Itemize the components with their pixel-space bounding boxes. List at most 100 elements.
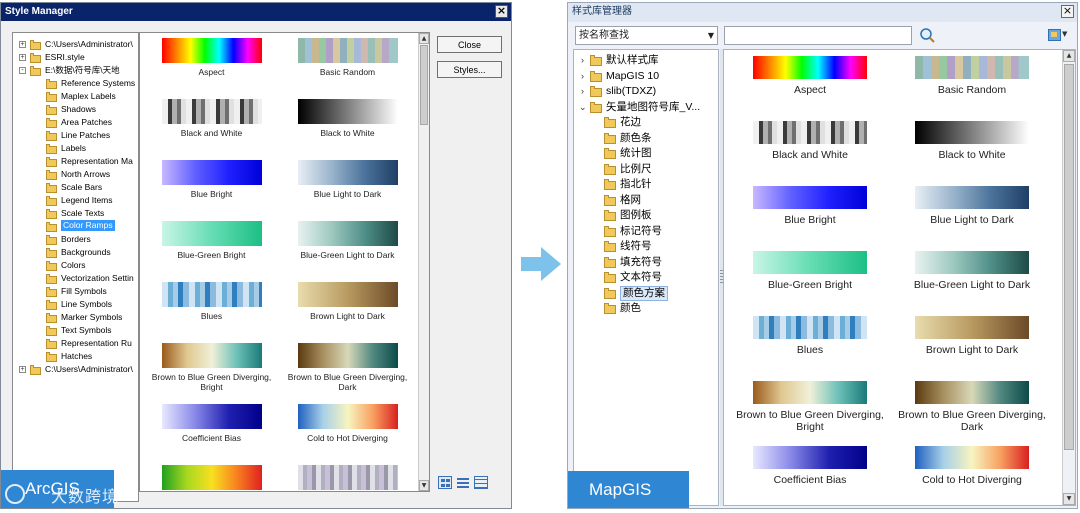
scroll-thumb[interactable] [420, 45, 428, 125]
tree-item[interactable]: 颜色条 [574, 131, 718, 147]
styles-button[interactable]: Styles... [437, 61, 502, 78]
tree-item[interactable]: Hatches [13, 350, 138, 363]
tree-item[interactable]: Legend Items [13, 194, 138, 207]
tree-item[interactable]: Marker Symbols [13, 311, 138, 324]
color-ramp-item[interactable]: Cold to Hot Diverging [892, 446, 1052, 505]
tree-item[interactable]: › MapGIS 10 [574, 69, 718, 85]
color-ramp-item[interactable]: Basic Random [892, 56, 1052, 121]
tree-item[interactable]: 花边 [574, 115, 718, 131]
arcgis-grid-scrollbar[interactable]: ▲ ▼ [418, 33, 429, 491]
color-ramp-item[interactable]: Aspect [144, 38, 279, 99]
mapgis-grid-scrollbar[interactable]: ▲ ▼ [1062, 50, 1075, 505]
tree-item-selected[interactable]: Color Ramps [13, 220, 138, 233]
search-mode-select[interactable]: 按名称查找 ▼ [575, 26, 718, 45]
tree-item[interactable]: Backgrounds [13, 246, 138, 259]
scroll-up-icon[interactable]: ▲ [1063, 50, 1075, 62]
color-ramp-item[interactable]: Blue Bright [144, 160, 279, 221]
tree-item[interactable]: Representation Ma [13, 155, 138, 168]
tree-item[interactable]: + C:\Users\Administrator\ [13, 363, 138, 376]
arcgis-close-icon[interactable]: × [495, 5, 508, 18]
tree-item[interactable]: 线符号 [574, 239, 718, 255]
tree-item[interactable]: + C:\Users\Administrator\ [13, 38, 138, 51]
tree-item[interactable]: › 默认样式库 [574, 53, 718, 69]
color-ramp-item[interactable]: Black to White [280, 99, 415, 160]
arcgis-style-tree[interactable]: + C:\Users\Administrator\ + ESRI.style - E:\数… [12, 32, 139, 502]
color-ramp-item[interactable]: Blue Bright [730, 186, 890, 251]
color-ramp-item[interactable] [280, 465, 415, 491]
color-ramp-item[interactable]: Blue-Green Light to Dark [280, 221, 415, 282]
tree-item[interactable]: Shadows [13, 103, 138, 116]
color-ramp-item[interactable]: Blue Light to Dark [280, 160, 415, 221]
color-ramp-item[interactable]: Blues [730, 316, 890, 381]
tree-item[interactable]: 比例尺 [574, 162, 718, 178]
tree-item[interactable]: ⌄ 矢量地图符号库_V... [574, 100, 718, 116]
tree-item[interactable]: 填充符号 [574, 255, 718, 271]
color-ramp-item[interactable]: Brown Light to Dark [892, 316, 1052, 381]
color-ramp-item[interactable]: Blue-Green Light to Dark [892, 251, 1052, 316]
color-ramp-item[interactable] [144, 465, 279, 491]
view-options-icon[interactable]: ▼ [1047, 27, 1069, 44]
tree-item[interactable]: Representation Ru [13, 337, 138, 350]
search-icon[interactable] [919, 27, 936, 44]
tree-item[interactable]: 颜色 [574, 301, 718, 317]
color-ramp-item[interactable]: Black to White [892, 121, 1052, 186]
mapgis-close-icon[interactable]: × [1061, 5, 1074, 18]
expand-toggle-icon[interactable]: + [19, 41, 26, 48]
tree-item[interactable]: North Arrows [13, 168, 138, 181]
tree-item[interactable]: Area Patches [13, 116, 138, 129]
tree-item[interactable]: Reference Systems [13, 77, 138, 90]
scroll-thumb[interactable] [1064, 64, 1074, 450]
color-ramp-item[interactable]: Coefficient Bias [144, 404, 279, 465]
large-icons-view-icon[interactable] [438, 476, 452, 489]
scroll-down-icon[interactable]: ▼ [1063, 493, 1075, 505]
chevron-down-icon[interactable]: ▼ [708, 27, 714, 44]
color-ramp-item[interactable]: Coefficient Bias [730, 446, 890, 505]
details-view-icon[interactable] [474, 476, 488, 489]
expand-toggle-icon[interactable]: ⌄ [579, 102, 587, 111]
color-ramp-item[interactable]: Blue-Green Bright [730, 251, 890, 316]
tree-item[interactable]: - E:\数据\符号库\天地 [13, 64, 138, 77]
color-ramp-item[interactable]: Blue-Green Bright [144, 221, 279, 282]
tree-item[interactable]: › slib(TDXZ) [574, 84, 718, 100]
tree-item[interactable]: 指北针 [574, 177, 718, 193]
tree-item[interactable]: Text Symbols [13, 324, 138, 337]
tree-item[interactable]: Line Patches [13, 129, 138, 142]
scroll-up-icon[interactable]: ▲ [419, 33, 429, 44]
tree-item[interactable]: Fill Symbols [13, 285, 138, 298]
tree-item[interactable]: Colors [13, 259, 138, 272]
color-ramp-item[interactable]: Black and White [144, 99, 279, 160]
color-ramp-item[interactable]: Brown Light to Dark [280, 282, 415, 343]
color-ramp-item[interactable]: Brown to Blue Green Diverging, Bright [730, 381, 890, 446]
tree-item[interactable]: Line Symbols [13, 298, 138, 311]
tree-item[interactable]: 格网 [574, 193, 718, 209]
color-ramp-item[interactable]: Blue Light to Dark [892, 186, 1052, 251]
tree-item[interactable]: Scale Texts [13, 207, 138, 220]
expand-toggle-icon[interactable]: › [579, 56, 586, 65]
scroll-down-icon[interactable]: ▼ [419, 480, 429, 491]
tree-item[interactable]: Labels [13, 142, 138, 155]
color-ramp-item[interactable]: Brown to Blue Green Diverging, Dark [892, 381, 1052, 446]
tree-item[interactable]: 文本符号 [574, 270, 718, 286]
tree-item[interactable]: 标记符号 [574, 224, 718, 240]
expand-toggle-icon[interactable]: - [19, 67, 26, 74]
color-ramp-item[interactable]: Black and White [730, 121, 890, 186]
tree-item[interactable]: Maplex Labels [13, 90, 138, 103]
expand-toggle-icon[interactable]: › [579, 71, 586, 80]
expand-toggle-icon[interactable]: + [19, 54, 26, 61]
tree-item[interactable]: Vectorization Settin [13, 272, 138, 285]
expand-toggle-icon[interactable]: + [19, 366, 26, 373]
search-input[interactable] [724, 26, 912, 45]
close-button[interactable]: Close [437, 36, 502, 53]
mapgis-style-tree[interactable]: › 默认样式库 › MapGIS 10 › slib(TDXZ) ⌄ 矢量地图符号库_V...… [573, 49, 719, 506]
tree-item[interactable]: Borders [13, 233, 138, 246]
color-ramp-item[interactable]: Aspect [730, 56, 890, 121]
list-view-icon[interactable] [456, 476, 470, 489]
tree-item[interactable]: 统计图 [574, 146, 718, 162]
color-ramp-item[interactable]: Brown to Blue Green Diverging, Bright [144, 343, 279, 404]
expand-toggle-icon[interactable]: › [579, 87, 586, 96]
tree-item[interactable]: Scale Bars [13, 181, 138, 194]
tree-item[interactable]: + ESRI.style [13, 51, 138, 64]
color-ramp-item[interactable]: Basic Random [280, 38, 415, 99]
tree-item-selected[interactable]: 颜色方案 [574, 285, 718, 301]
color-ramp-item[interactable]: Cold to Hot Diverging [280, 404, 415, 465]
